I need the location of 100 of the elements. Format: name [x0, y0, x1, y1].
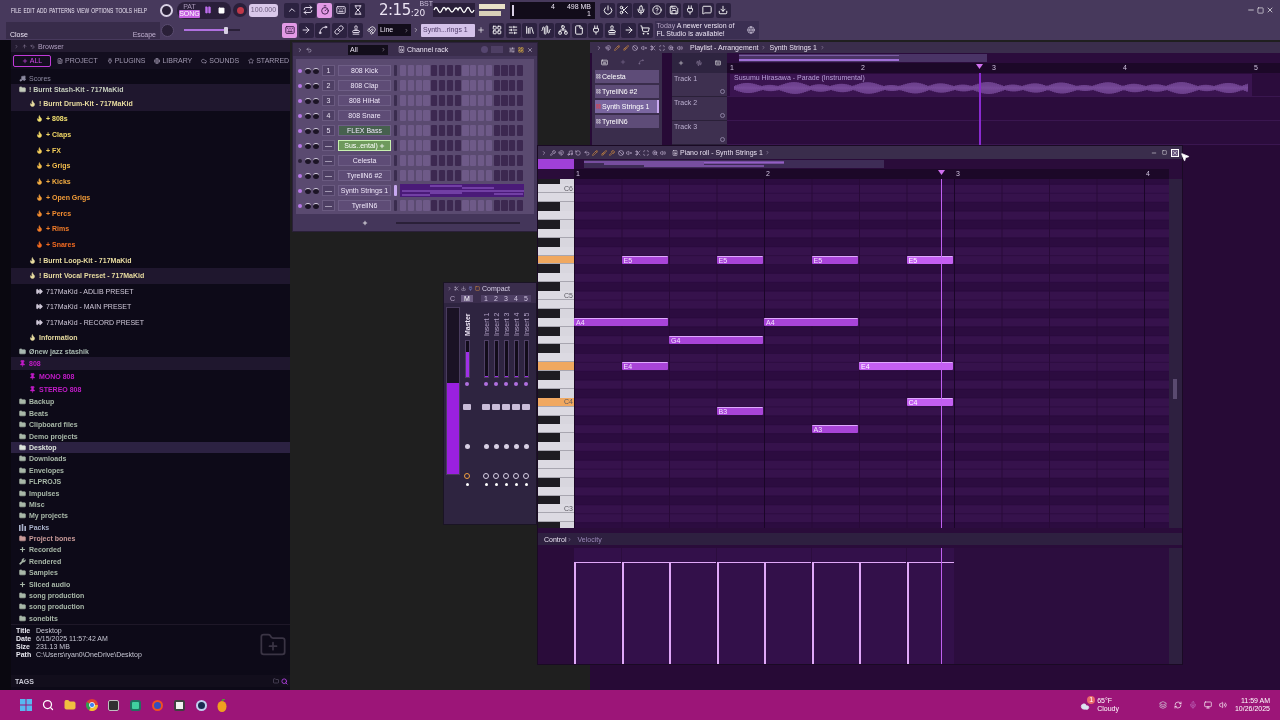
magnet-icon[interactable] — [605, 44, 611, 51]
step-button[interactable] — [407, 110, 415, 121]
step-button[interactable] — [407, 95, 415, 106]
step-button[interactable] — [454, 95, 461, 106]
piano-key[interactable] — [538, 344, 560, 354]
speaker-icon[interactable] — [677, 44, 683, 51]
step-button[interactable] — [415, 140, 422, 151]
step-button[interactable] — [493, 200, 500, 211]
toggle-button[interactable] — [350, 2, 365, 18]
volume-knob-icon[interactable] — [313, 127, 319, 134]
keyboard-icon[interactable] — [714, 60, 721, 66]
piano-key[interactable] — [538, 388, 560, 398]
step-button[interactable] — [493, 80, 500, 91]
toolbar-button[interactable] — [616, 2, 632, 18]
channel-led-icon[interactable] — [298, 98, 302, 103]
undo-icon[interactable] — [30, 43, 35, 49]
step-button[interactable] — [470, 125, 477, 136]
arrangement-overview[interactable] — [739, 54, 987, 62]
fader-handle[interactable] — [463, 404, 471, 410]
pan-knob-icon[interactable] — [305, 202, 311, 209]
toggle-button[interactable] — [284, 2, 299, 18]
step-button[interactable] — [470, 170, 477, 181]
scissors-icon[interactable] — [650, 44, 656, 51]
waveform-icon[interactable] — [696, 60, 703, 66]
step-button[interactable] — [516, 155, 524, 166]
volume-knob-icon[interactable] — [313, 187, 319, 194]
step-button[interactable] — [454, 200, 461, 211]
step-button[interactable] — [407, 170, 415, 181]
add-pattern-icon[interactable] — [477, 26, 485, 34]
step-button[interactable] — [407, 80, 415, 91]
step-button[interactable] — [431, 170, 438, 181]
wrench-icon[interactable] — [609, 149, 615, 156]
toolbar-button[interactable] — [588, 22, 603, 38]
restore-icon[interactable] — [1257, 6, 1264, 14]
step-button[interactable] — [454, 80, 461, 91]
step-button[interactable] — [454, 155, 461, 166]
step-button[interactable] — [439, 95, 446, 106]
ban-icon[interactable] — [632, 44, 638, 51]
step-button[interactable] — [400, 140, 407, 151]
scissors-icon[interactable] — [634, 149, 641, 156]
step-button[interactable] — [415, 110, 422, 121]
step-button[interactable] — [477, 170, 485, 181]
step-button[interactable] — [485, 200, 493, 211]
curve-icon[interactable] — [638, 59, 644, 65]
volume-knob-icon[interactable] — [313, 157, 319, 164]
step-button[interactable] — [470, 200, 477, 211]
step-button[interactable] — [415, 125, 422, 136]
step-button[interactable] — [439, 125, 446, 136]
piano-key[interactable] — [538, 415, 560, 425]
step-button[interactable] — [446, 155, 454, 166]
step-button[interactable] — [400, 65, 407, 76]
step-button[interactable] — [493, 95, 500, 106]
step-button[interactable] — [493, 155, 500, 166]
toggle-button[interactable] — [333, 2, 349, 18]
download-icon[interactable] — [461, 286, 466, 291]
toolbar-button[interactable] — [649, 2, 665, 18]
step-button[interactable] — [516, 95, 524, 106]
mute-icon[interactable] — [626, 149, 632, 156]
step-button[interactable] — [446, 80, 454, 91]
step-button[interactable] — [477, 155, 485, 166]
step-button[interactable] — [470, 110, 477, 121]
step-button[interactable] — [407, 65, 415, 76]
step-button[interactable] — [477, 110, 485, 121]
step-button[interactable] — [516, 200, 524, 211]
step-button[interactable] — [400, 95, 407, 106]
step-button[interactable] — [470, 155, 477, 166]
volume-knob-icon[interactable] — [313, 202, 319, 209]
piano-key[interactable] — [538, 317, 574, 327]
swing-knob-icon[interactable] — [481, 46, 488, 53]
toolbar-button[interactable] — [604, 22, 620, 38]
undo-icon[interactable] — [306, 46, 312, 53]
record-button[interactable] — [233, 3, 247, 17]
toolbar-button[interactable] — [715, 2, 731, 18]
step-button[interactable] — [516, 110, 524, 121]
step-button[interactable] — [509, 200, 516, 211]
pan-knob-icon[interactable] — [305, 172, 311, 179]
chevron-right-icon[interactable] — [596, 44, 602, 51]
grid-icon[interactable] — [518, 46, 524, 53]
step-button[interactable] — [454, 65, 461, 76]
piano-key[interactable] — [538, 362, 574, 372]
piano-key[interactable] — [538, 237, 560, 247]
step-button[interactable] — [509, 95, 516, 106]
pencil-icon[interactable] — [592, 149, 598, 156]
app-icon[interactable] — [108, 699, 119, 711]
step-button[interactable] — [431, 140, 438, 151]
step-button[interactable] — [516, 140, 524, 151]
caret-icon[interactable] — [566, 536, 572, 542]
step-button[interactable] — [431, 80, 438, 91]
step-button[interactable] — [446, 95, 454, 106]
pan-knob-icon[interactable] — [305, 127, 311, 134]
maximize-icon[interactable] — [1161, 150, 1167, 155]
wrench-icon[interactable] — [549, 149, 556, 156]
step-button[interactable] — [439, 65, 446, 76]
step-button[interactable] — [446, 140, 454, 151]
step-button[interactable] — [509, 155, 516, 166]
step-button[interactable] — [485, 155, 493, 166]
toolbar-button[interactable] — [555, 22, 570, 38]
undo-icon[interactable] — [583, 149, 590, 156]
step-button[interactable] — [431, 95, 438, 106]
step-button[interactable] — [493, 65, 500, 76]
